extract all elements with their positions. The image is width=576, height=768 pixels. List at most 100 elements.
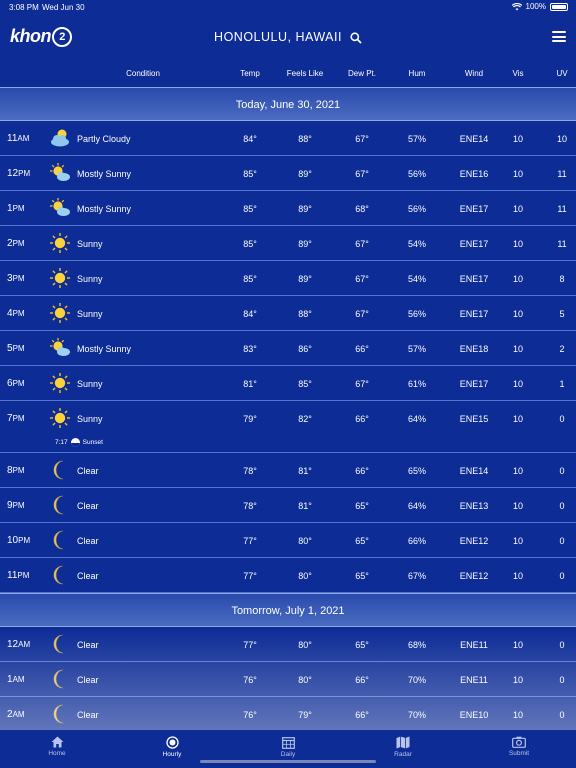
hour-label: 1AM: [7, 674, 25, 685]
hourly-row[interactable]: 8PM Clear 78° 81° 66° 65% ENE14 10 0: [0, 453, 576, 488]
sunny-icon: [49, 232, 71, 254]
feels-value: 81°: [298, 466, 312, 476]
hour-number: 12: [7, 168, 19, 179]
hourly-row[interactable]: 6PM Sunny 81° 85° 67° 61% ENE17 10 1: [0, 366, 576, 401]
vis-value: 10: [512, 204, 524, 214]
uv-value: 0: [559, 536, 565, 546]
search-icon[interactable]: [350, 32, 362, 44]
tab-hourly[interactable]: Hourly: [142, 736, 202, 758]
wind-value: ENE17: [459, 309, 489, 319]
moon-icon: [49, 668, 71, 690]
moon-icon: [49, 529, 71, 551]
feels-value: 80°: [298, 675, 312, 685]
hourly-row[interactable]: 12AM Clear 77° 80° 65° 68% ENE11 10 0: [0, 627, 576, 662]
tab-submit[interactable]: Submit: [489, 736, 549, 757]
moon-icon: [49, 459, 71, 481]
hour-label: 4PM: [7, 308, 25, 319]
am-pm: PM: [12, 344, 25, 353]
feels-value: 82°: [298, 414, 312, 424]
vis-value: 10: [512, 414, 524, 424]
feels-value: 88°: [298, 309, 312, 319]
column-headers: Condition Temp Feels Like Dew Pt. Hum Wi…: [0, 62, 576, 86]
condition-text: Clear: [77, 571, 99, 581]
hourly-row[interactable]: 3PM Sunny 85° 89° 67° 54% ENE17 10 8: [0, 261, 576, 296]
dew-value: 67°: [355, 309, 369, 319]
hourly-row[interactable]: 11AM Partly Cloudy 84° 88° 67° 57% ENE14 10 10: [0, 121, 576, 156]
temp-value: 77°: [243, 640, 257, 650]
dew-value: 66°: [355, 675, 369, 685]
hour-number: 11: [7, 570, 18, 581]
hour-label: 11AM: [7, 133, 29, 144]
am-pm: PM: [12, 204, 25, 213]
status-time: 3:08 PM: [9, 3, 39, 12]
hourly-row[interactable]: 9PM Clear 78° 81° 65° 64% ENE13 10 0: [0, 488, 576, 523]
condition-text: Clear: [77, 640, 99, 650]
vis-value: 10: [512, 675, 524, 685]
hour-label: 12AM: [7, 639, 30, 650]
home-icon: [51, 736, 63, 748]
hum-value: 64%: [407, 414, 427, 424]
uv-value: 11: [557, 239, 567, 249]
hourly-row[interactable]: 7PM Sunny 79° 82° 66° 64% ENE15 10 0 7:17 Sunset: [0, 401, 576, 453]
uv-value: 2: [559, 344, 565, 354]
wind-value: ENE11: [460, 640, 488, 650]
hour-label: 5PM: [7, 343, 25, 354]
hourly-row[interactable]: 11PM Clear 77° 80° 65° 67% ENE12 10 0: [0, 558, 576, 593]
dew-value: 65°: [355, 571, 369, 581]
hour-label: 8PM: [7, 465, 25, 476]
wind-value: ENE11: [460, 675, 488, 685]
tab-daily[interactable]: Daily: [258, 736, 318, 758]
uv-value: 0: [559, 710, 565, 720]
am-pm: PM: [12, 414, 25, 423]
wind-value: ENE12: [459, 536, 489, 546]
app-header: khon 2 HONOLULU, HAWAII: [0, 14, 576, 60]
hourly-row[interactable]: 1PM Mostly Sunny 85° 89° 68° 56% ENE17 10 11: [0, 191, 576, 226]
temp-value: 78°: [243, 501, 257, 511]
temp-value: 85°: [243, 239, 257, 249]
feels-value: 89°: [298, 169, 312, 179]
hourly-row[interactable]: 4PM Sunny 84° 88° 67° 56% ENE17 10 5: [0, 296, 576, 331]
hourly-row[interactable]: 10PM Clear 77° 80° 65° 66% ENE12 10 0: [0, 523, 576, 558]
uv-value: 0: [559, 414, 565, 424]
vis-value: 10: [512, 710, 524, 720]
vis-value: 10: [512, 536, 524, 546]
battery-percent: 100%: [525, 2, 546, 11]
menu-icon[interactable]: [552, 31, 566, 42]
vis-value: 10: [512, 134, 524, 144]
vis-value: 10: [512, 466, 524, 476]
vis-value: 10: [512, 501, 524, 511]
temp-value: 83°: [243, 344, 257, 354]
sunny-icon: [49, 407, 71, 429]
hourly-row[interactable]: 5PM Mostly Sunny 83° 86° 66° 57% ENE18 10 2: [0, 331, 576, 366]
hour-label: 11PM: [7, 570, 29, 581]
hum-value: 54%: [407, 239, 427, 249]
am-pm: PM: [12, 466, 25, 475]
uv-value: 0: [559, 675, 565, 685]
dew-value: 67°: [355, 239, 369, 249]
feels-value: 85°: [298, 379, 312, 389]
hourly-row[interactable]: 2AM Clear 76° 79° 66° 70% ENE10 10 0: [0, 697, 576, 732]
hour-label: 7PM: [7, 413, 25, 424]
location-title[interactable]: HONOLULU, HAWAII: [0, 30, 576, 44]
tab-radar[interactable]: Radar: [373, 736, 433, 758]
feels-value: 89°: [298, 204, 312, 214]
feels-value: 81°: [298, 501, 312, 511]
temp-value: 85°: [243, 204, 257, 214]
tab-home[interactable]: Home: [27, 736, 87, 757]
hour-number: 12: [7, 639, 19, 650]
feels-value: 89°: [298, 239, 312, 249]
mostly-sunny-icon: [49, 337, 71, 359]
uv-value: 10: [556, 134, 568, 144]
hourly-row[interactable]: 12PM Mostly Sunny 85° 89° 67° 56% ENE16 10 11: [0, 156, 576, 191]
hum-value: 67%: [407, 571, 427, 581]
col-condition: Condition: [126, 69, 160, 78]
am-pm: AM: [18, 640, 31, 649]
feels-value: 80°: [298, 571, 312, 581]
wind-value: ENE16: [459, 169, 489, 179]
col-feels-like: Feels Like: [286, 69, 324, 78]
hourly-row[interactable]: 2PM Sunny 85° 89° 67° 54% ENE17 10 11: [0, 226, 576, 261]
wind-value: ENE14: [459, 134, 489, 144]
hourly-row[interactable]: 1AM Clear 76° 80° 66° 70% ENE11 10 0: [0, 662, 576, 697]
feels-value: 80°: [298, 536, 312, 546]
am-pm: AM: [12, 710, 25, 719]
